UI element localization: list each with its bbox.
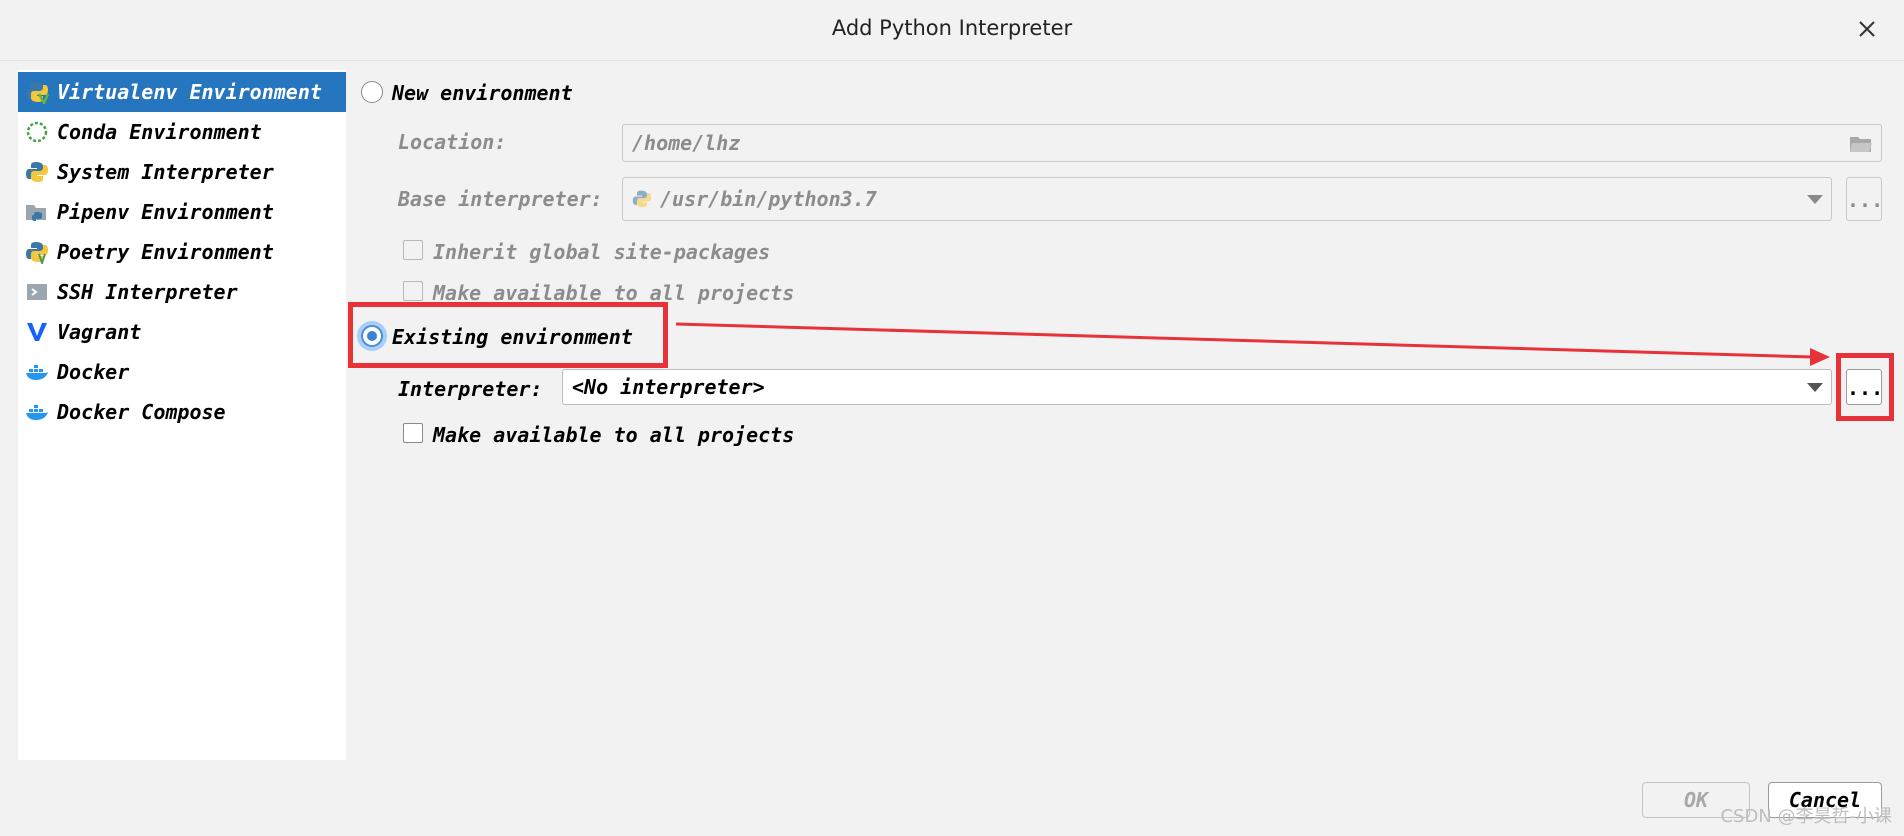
sidebar-item-docker-compose[interactable]: Docker Compose	[18, 392, 346, 432]
title-bar: Add Python Interpreter	[0, 0, 1904, 61]
pipenv-icon	[25, 200, 49, 224]
inherit-site-packages-checkbox[interactable]	[403, 240, 423, 260]
location-label: Location:	[398, 130, 507, 154]
sidebar-item-conda[interactable]: Conda Environment	[18, 112, 346, 152]
close-icon[interactable]	[1852, 14, 1882, 44]
interpreter-value: <No interpreter>	[572, 375, 765, 399]
sidebar-item-label: Vagrant	[57, 320, 142, 344]
interpreter-label: Interpreter:	[398, 377, 543, 401]
sidebar-item-pipenv[interactable]: Pipenv Environment	[18, 192, 346, 232]
chevron-down-icon	[1807, 383, 1823, 392]
existing-env-make-available-label: Make available to all projects	[433, 423, 795, 447]
base-interpreter-value-wrap: /usr/bin/python3.7	[632, 187, 877, 211]
watermark: CSDN @李昊哲-小课	[1720, 806, 1892, 827]
chevron-down-icon	[1807, 195, 1823, 204]
sidebar-item-vagrant[interactable]: Vagrant	[18, 312, 346, 352]
annotation-highlight-existing	[348, 302, 668, 368]
sidebar-item-poetry[interactable]: Poetry Environment	[18, 232, 346, 272]
python-icon	[25, 160, 49, 184]
folder-icon[interactable]	[1849, 134, 1873, 154]
base-interpreter-value: /usr/bin/python3.7	[660, 187, 877, 211]
conda-icon	[25, 120, 49, 144]
sidebar-item-label: Pipenv Environment	[57, 200, 274, 224]
base-interpreter-browse-button[interactable]: ...	[1846, 177, 1883, 221]
sidebar-item-system[interactable]: System Interpreter	[18, 152, 346, 192]
sidebar-item-label: Docker Compose	[57, 400, 226, 424]
python-icon	[632, 189, 652, 209]
interpreter-dropdown[interactable]: <No interpreter>	[562, 369, 1832, 405]
ssh-icon	[25, 280, 49, 304]
inherit-site-packages-label: Inherit global site-packages	[433, 240, 771, 264]
sidebar-item-label: Docker	[57, 360, 130, 384]
window-title: Add Python Interpreter	[831, 16, 1073, 40]
poetry-icon	[25, 240, 49, 264]
base-interpreter-dropdown[interactable]: /usr/bin/python3.7	[622, 177, 1832, 221]
sidebar-item-ssh[interactable]: SSH Interpreter	[18, 272, 346, 312]
base-interpreter-label: Base interpreter:	[398, 187, 603, 211]
sidebar-item-docker[interactable]: Docker	[18, 352, 346, 392]
virtualenv-icon	[25, 80, 49, 104]
existing-env-make-available-checkbox[interactable]	[403, 423, 423, 443]
docker-compose-icon	[25, 400, 49, 424]
sidebar-item-label: System Interpreter	[57, 160, 274, 184]
environment-type-list: Virtualenv Environment Conda Environment…	[18, 70, 346, 760]
new-environment-label: New environment	[392, 81, 573, 105]
sidebar-item-label: Poetry Environment	[57, 240, 274, 264]
annotation-highlight-browse	[1836, 353, 1894, 421]
location-field[interactable]: /home/lhz	[622, 124, 1882, 162]
new-env-make-available-checkbox[interactable]	[403, 281, 423, 301]
sidebar-item-virtualenv[interactable]: Virtualenv Environment	[18, 72, 346, 112]
sidebar-item-label: SSH Interpreter	[57, 280, 238, 304]
location-value: /home/lhz	[632, 131, 741, 155]
vagrant-icon	[25, 320, 49, 344]
new-environment-radio[interactable]	[361, 81, 383, 103]
sidebar-item-label: Virtualenv Environment	[57, 80, 322, 104]
sidebar-item-label: Conda Environment	[57, 120, 262, 144]
docker-icon	[25, 360, 49, 384]
